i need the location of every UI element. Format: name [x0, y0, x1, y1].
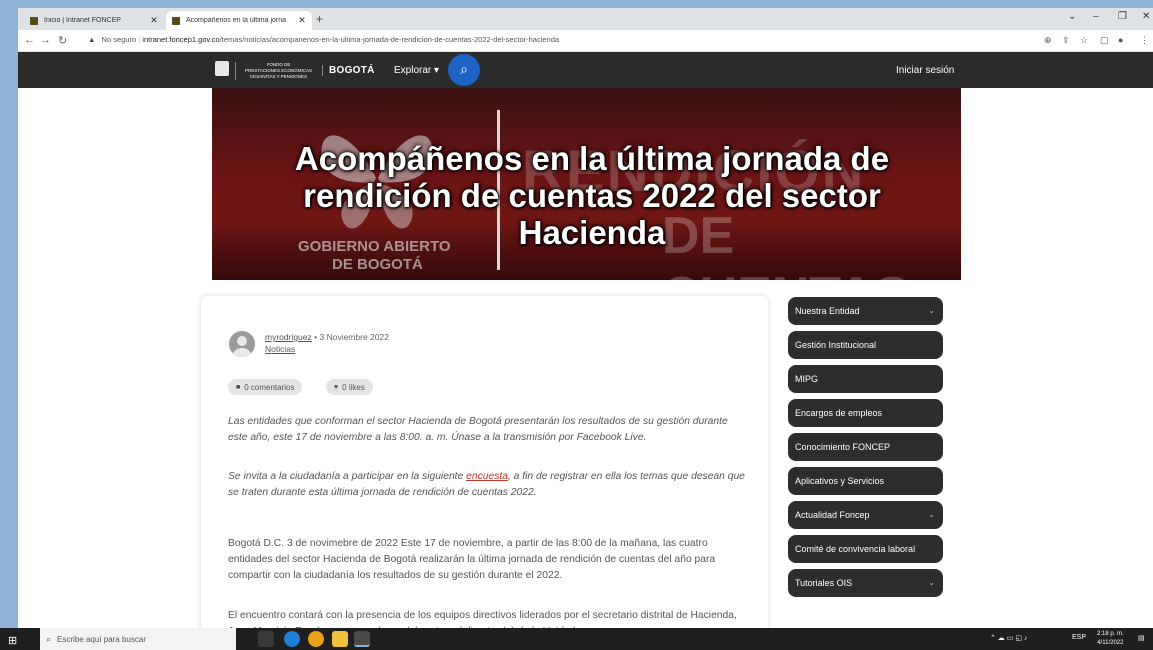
- taskbar-search[interactable]: ⌕ Escribe aquí para buscar: [40, 628, 236, 650]
- address-bar: ← → ↻ ▲ No seguro | intranet.foncep1.gov…: [18, 30, 1153, 52]
- edge-icon[interactable]: [284, 631, 300, 647]
- author-link[interactable]: myrodriguez: [265, 332, 312, 342]
- site-favicon-icon: [172, 16, 180, 25]
- login-link[interactable]: Iniciar sesión: [896, 65, 954, 76]
- windows-start-icon[interactable]: ⊞: [8, 634, 17, 647]
- chrome-active-icon[interactable]: [354, 631, 370, 647]
- author-line: myrodriguez • 3 Noviembre 2022: [265, 332, 389, 342]
- bookmark-star-icon[interactable]: ☆: [1080, 35, 1088, 46]
- reload-icon[interactable]: ↻: [58, 34, 67, 47]
- site-header: FONDO DE PRESTACIONES ECONÓMICAS CESANTÍ…: [18, 52, 1153, 88]
- article-card: myrodriguez • 3 Noviembre 2022 Noticias …: [201, 296, 768, 628]
- alcaldia-shield-icon: [215, 61, 229, 76]
- tab-article[interactable]: Acompáñenos en la última jorna ✕: [166, 11, 312, 30]
- tray-icons[interactable]: ⌃ ☁ ▭ ◱ ♪: [990, 634, 1027, 642]
- warning-icon: ▲: [88, 35, 96, 44]
- chrome-icon[interactable]: [308, 631, 324, 647]
- sidebar-item-actualidad[interactable]: Actualidad Foncep ⌄: [788, 501, 943, 529]
- sidebar-item-comite[interactable]: Comité de convivencia laboral: [788, 535, 943, 563]
- sidebar-panel-icon[interactable]: ▢: [1100, 35, 1109, 46]
- sidebar-item-aplicativos[interactable]: Aplicativos y Servicios: [788, 467, 943, 495]
- body-paragraph-1: Bogotá D.C. 3 de novimebre de 2022 Este …: [228, 538, 716, 581]
- explore-menu[interactable]: Explorar ▾: [394, 65, 439, 76]
- site-favicon-icon: [30, 16, 38, 25]
- chevron-down-icon: ⌄: [928, 306, 935, 315]
- close-tab-icon[interactable]: ✕: [296, 15, 308, 26]
- post-date: 3 Noviembre 2022: [319, 332, 389, 342]
- comment-icon: ■: [236, 383, 241, 391]
- zoom-icon[interactable]: ⊕: [1044, 35, 1052, 46]
- close-window-button[interactable]: ✕: [1142, 11, 1150, 22]
- author-avatar[interactable]: [229, 331, 255, 357]
- tab-search-chevron-icon[interactable]: ⌄: [1068, 11, 1076, 22]
- sidebar-item-conocimiento[interactable]: Conocimiento FONCEP: [788, 433, 943, 461]
- sidebar-item-tutoriales[interactable]: Tutoriales OIS ⌄: [788, 569, 943, 597]
- heart-icon: ♥: [334, 383, 339, 391]
- tab-inicio[interactable]: Inicio | Intranet FONCEP ✕: [24, 11, 164, 30]
- article-banner: RENDICIÓN DE CUENTAS 2022 GOBIERNO ABIER…: [212, 88, 961, 280]
- survey-paragraph: Se invita a la ciudadanía a participar e…: [228, 471, 745, 498]
- language-indicator[interactable]: ESP: [1072, 634, 1086, 641]
- chevron-down-icon: ⌄: [928, 510, 935, 519]
- likes-pill[interactable]: ♥ 0 likes: [326, 379, 373, 395]
- sidebar-item-gestion-institucional[interactable]: Gestión Institucional: [788, 331, 943, 359]
- search-icon: ⌕: [46, 633, 52, 644]
- tab-title: Inicio | Intranet FONCEP: [44, 17, 121, 24]
- category-link[interactable]: Noticias: [265, 344, 295, 354]
- minimize-button[interactable]: –: [1093, 11, 1099, 22]
- gobierno-abierto-line2: DE BOGOTÁ: [332, 256, 423, 273]
- chevron-down-icon: ⌄: [928, 578, 935, 587]
- notifications-icon[interactable]: ▤: [1138, 634, 1145, 642]
- tab-strip: Inicio | Intranet FONCEP ✕ Acompáñenos e…: [18, 8, 1153, 30]
- tab-title: Acompáñenos en la última jorna: [186, 17, 287, 24]
- browser-window: Inicio | Intranet FONCEP ✕ Acompáñenos e…: [18, 8, 1153, 628]
- clock[interactable]: 2:18 p. m. 4/11/2022: [1097, 630, 1124, 648]
- intro-paragraph: Las entidades que conforman el sector Ha…: [228, 416, 728, 443]
- url-domain: intranet.foncep1.gov.co: [142, 35, 220, 44]
- forward-icon[interactable]: →: [40, 34, 51, 46]
- body-paragraph-2: El encuentro contará con la presencia de…: [228, 610, 737, 628]
- close-tab-icon[interactable]: ✕: [148, 15, 160, 26]
- url-path: /temas/noticias/acompanenos-en-la-ultima…: [219, 35, 560, 44]
- bogota-logo[interactable]: BOGOTÁ: [322, 65, 375, 76]
- article-headline: Acompáñenos en la última jornada de rend…: [294, 140, 890, 251]
- sidebar-item-encargos[interactable]: Encargos de empleos: [788, 399, 943, 427]
- security-label: No seguro: [101, 35, 137, 44]
- menu-icon[interactable]: ⋮: [1140, 35, 1149, 46]
- search-button[interactable]: ⌕: [448, 54, 480, 86]
- survey-link[interactable]: encuesta: [466, 471, 508, 482]
- task-view-icon[interactable]: [258, 631, 274, 647]
- sidebar-item-nuestra-entidad[interactable]: Nuestra Entidad ⌄: [788, 297, 943, 325]
- share-icon[interactable]: ⇪: [1062, 35, 1070, 46]
- url-field[interactable]: ▲ No seguro | intranet.foncep1.gov.co/te…: [88, 35, 559, 44]
- restore-button[interactable]: ❐: [1118, 11, 1127, 22]
- sidebar-item-mipg[interactable]: MIPG: [788, 365, 943, 393]
- search-icon: ⌕: [460, 61, 468, 77]
- file-explorer-icon[interactable]: [332, 631, 348, 647]
- profile-icon[interactable]: ●: [1118, 35, 1123, 45]
- comments-pill[interactable]: ■ 0 comentarios: [228, 379, 303, 395]
- new-tab-button[interactable]: +: [316, 12, 323, 26]
- foncep-logo[interactable]: FONDO DE PRESTACIONES ECONÓMICAS CESANTÍ…: [235, 62, 317, 80]
- taskbar: ⊞ ⌕ Escribe aquí para buscar ⌃ ☁ ▭ ◱ ♪ E…: [0, 628, 1153, 650]
- back-icon[interactable]: ←: [24, 34, 35, 46]
